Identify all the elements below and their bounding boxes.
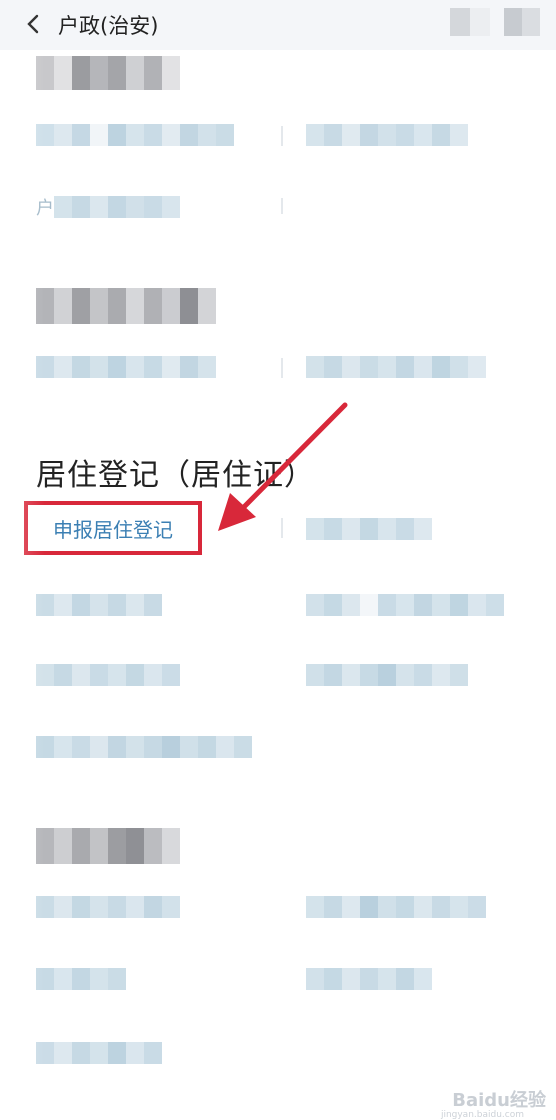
annotation-arrow	[218, 402, 348, 531]
blurred-link-3-5[interactable]	[36, 664, 180, 686]
blurred-link-4-5[interactable]	[36, 1042, 162, 1064]
baidu-watermark: Baidu经验	[452, 1090, 546, 1111]
blurred-link-1-3[interactable]	[54, 196, 180, 218]
blurred-link-2-2[interactable]	[306, 356, 486, 378]
divider	[281, 126, 283, 146]
blurred-top-right	[450, 8, 540, 36]
blurred-link-4-3[interactable]	[36, 968, 126, 990]
blurred-link-4-1[interactable]	[36, 896, 180, 918]
blurred-link-1-1[interactable]	[36, 124, 234, 146]
apply-residence-registration-link[interactable]: 申报居住登记	[24, 501, 202, 555]
divider	[281, 198, 283, 214]
blurred-link-4-2[interactable]	[306, 896, 486, 918]
top-bar: 户政(治安)	[0, 0, 556, 50]
blurred-heading-4	[36, 828, 180, 864]
blurred-heading-2	[36, 288, 216, 324]
apply-residence-registration-label: 申报居住登记	[53, 517, 173, 542]
blurred-link-3-4[interactable]	[306, 594, 504, 616]
blurred-link-3-3[interactable]	[36, 594, 162, 616]
blurred-link-2-1[interactable]	[36, 356, 216, 378]
partial-item-prefix: 户	[36, 198, 54, 219]
blurred-heading-1	[36, 56, 180, 90]
chevron-left-icon[interactable]	[22, 12, 46, 36]
blurred-link-3-7[interactable]	[36, 736, 252, 758]
blurred-link-4-4[interactable]	[306, 968, 432, 990]
divider	[281, 358, 283, 378]
baidu-watermark-url: jingyan.baidu.com	[440, 1110, 524, 1120]
blurred-link-1-2[interactable]	[306, 124, 468, 146]
page-title: 户政(治安)	[58, 14, 159, 38]
blurred-link-3-6[interactable]	[306, 664, 468, 686]
